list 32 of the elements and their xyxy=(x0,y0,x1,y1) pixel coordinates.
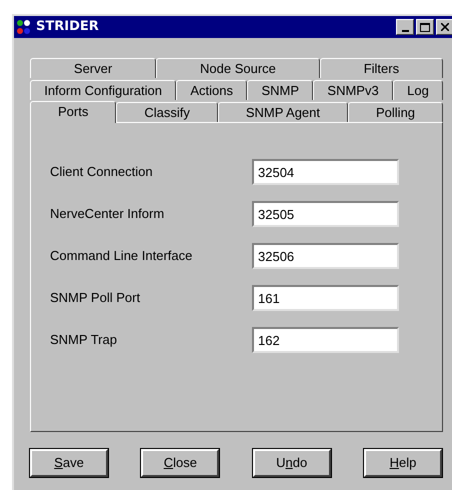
dialog-button[interactable]: Undo xyxy=(252,449,331,477)
field-label: Command Line Interface xyxy=(50,247,194,266)
tab[interactable]: Classify xyxy=(116,102,218,122)
input-field[interactable]: 162 xyxy=(252,327,399,353)
dialog-button[interactable]: Close xyxy=(141,449,220,477)
tab[interactable]: Ports xyxy=(30,101,116,123)
tab[interactable]: SNMP xyxy=(247,80,314,100)
tab[interactable]: SNMPv3 xyxy=(313,80,393,100)
window-title: STRIDER xyxy=(36,18,99,36)
close-button[interactable] xyxy=(436,19,452,35)
tab[interactable]: Server xyxy=(30,58,156,78)
app-icon xyxy=(16,19,32,35)
close-icon xyxy=(441,23,449,31)
tab[interactable]: Actions xyxy=(176,80,248,100)
tab[interactable]: Inform Configuration xyxy=(30,80,176,100)
tab[interactable]: Node Source xyxy=(156,58,320,78)
minimize-button[interactable] xyxy=(396,19,414,35)
field-label: SNMP Poll Port xyxy=(50,289,142,308)
dialog-button[interactable]: Help xyxy=(364,449,442,477)
field-label: NerveCenter Inform xyxy=(50,205,166,224)
input-field[interactable]: 161 xyxy=(252,285,399,311)
input-field[interactable]: 32504 xyxy=(252,159,399,185)
input-field[interactable]: 32506 xyxy=(252,243,399,269)
tab[interactable]: Polling xyxy=(348,102,444,122)
dialog-button[interactable]: Save xyxy=(30,449,108,477)
field-label: Client Connection xyxy=(50,163,154,182)
tab[interactable]: SNMP Agent xyxy=(218,102,348,122)
tab[interactable]: Log xyxy=(392,80,444,100)
input-field[interactable]: 32505 xyxy=(252,201,399,227)
maximize-button[interactable] xyxy=(416,19,434,35)
field-label: SNMP Trap xyxy=(50,331,118,350)
tab[interactable]: Filters xyxy=(320,58,444,78)
